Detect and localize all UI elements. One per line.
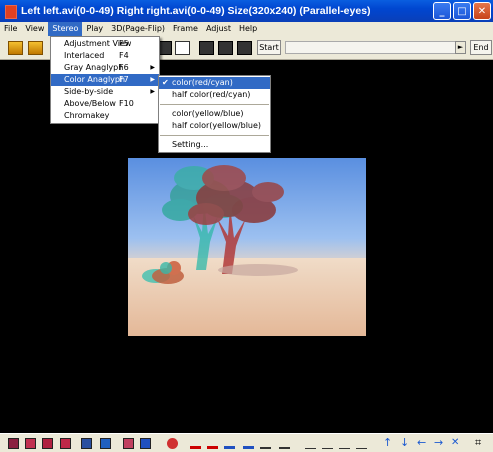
menu-half-color-red-cyan[interactable]: half color(red/cyan): [159, 89, 270, 101]
menu-color-yellow-blue[interactable]: color(yellow/blue): [159, 108, 270, 120]
layout-dropdown-icon[interactable]: [60, 438, 71, 449]
open-left-icon[interactable]: [8, 41, 23, 55]
layout-single-icon[interactable]: [8, 438, 19, 449]
anaglyph-image: [128, 158, 366, 336]
menu-interlaced[interactable]: Interlaced F4: [51, 50, 159, 62]
blue-eye-icon[interactable]: [140, 438, 151, 449]
menu-view[interactable]: View: [21, 22, 48, 36]
center-icon[interactable]: ✕: [451, 438, 462, 449]
align-bottom-icon[interactable]: [190, 438, 201, 449]
check-icon: ✔: [162, 78, 169, 87]
menu-help[interactable]: Help: [235, 22, 261, 36]
submenu-arrow-icon: ▶: [150, 88, 155, 95]
zoom-1-icon[interactable]: [305, 438, 316, 449]
anaglyph-scene: [128, 165, 366, 336]
menu-separator: [160, 104, 269, 105]
crop-icon[interactable]: ⌗: [475, 437, 486, 449]
arrow-up-icon[interactable]: ↑: [383, 437, 394, 449]
layout-stack-icon[interactable]: [25, 438, 36, 449]
print-icon[interactable]: [199, 41, 214, 55]
menu-color-red-cyan[interactable]: ✔ color(red/cyan): [159, 77, 270, 89]
menu-bar: File View Stereo Play 3D(Page-Flip) Fram…: [0, 22, 493, 36]
export-icon[interactable]: [237, 41, 252, 55]
submenu-arrow-icon: ▶: [150, 64, 155, 71]
swap-eyes-icon[interactable]: [81, 438, 92, 449]
color-mode-icon[interactable]: [100, 438, 111, 449]
minimize-button[interactable]: _: [433, 2, 451, 20]
bottom-toolbar: ↑ ↓ ← → ✕ ⌗: [0, 433, 493, 452]
start-button[interactable]: Start: [257, 40, 281, 55]
menu-file[interactable]: File: [0, 22, 21, 36]
arrow-right-icon[interactable]: →: [434, 437, 445, 449]
arrow-left-icon[interactable]: ←: [417, 437, 428, 449]
title-bar: Left left.avi(0-0-49) Right right.avi(0-…: [0, 0, 493, 22]
record-icon[interactable]: [167, 438, 178, 449]
arrow-down-icon[interactable]: ↓: [400, 437, 411, 449]
copy-icon[interactable]: [218, 41, 233, 55]
menu-adjust[interactable]: Adjust: [202, 22, 235, 36]
align-top-icon[interactable]: [224, 438, 235, 449]
close-button[interactable]: ✕: [473, 2, 491, 20]
align-left-icon[interactable]: [243, 438, 254, 449]
zoom-2-icon[interactable]: [322, 438, 333, 449]
document-icon[interactable]: [175, 41, 190, 55]
menu-gray-anaglyph[interactable]: Gray Anaglyph F6 ▶: [51, 62, 159, 74]
submenu-arrow-icon: ▶: [150, 76, 155, 83]
frame-slider[interactable]: [285, 41, 465, 54]
menu-setting[interactable]: Setting...: [159, 139, 270, 151]
menu-page-flip[interactable]: 3D(Page-Flip): [107, 22, 169, 36]
layout-grid-icon[interactable]: [42, 438, 53, 449]
menu-separator: [160, 135, 269, 136]
window-title: Left left.avi(0-0-49) Right right.avi(0-…: [21, 5, 371, 17]
open-right-icon[interactable]: [28, 41, 43, 55]
menu-color-anaglyph[interactable]: Color Anaglyph F7 ▶: [51, 74, 159, 86]
menu-stereo[interactable]: Stereo: [48, 22, 83, 36]
menu-play[interactable]: Play: [82, 22, 107, 36]
color-anaglyph-submenu: ✔ color(red/cyan) half color(red/cyan) co…: [158, 75, 271, 153]
zoom-3-icon[interactable]: [339, 438, 350, 449]
reset-align-icon[interactable]: [279, 438, 290, 449]
scroll-right-button[interactable]: ►: [455, 41, 466, 54]
menu-chromakey[interactable]: Chromakey: [51, 110, 159, 122]
zoom-4-icon[interactable]: [356, 438, 367, 449]
menu-adjustment-view[interactable]: Adjustment View F5: [51, 38, 159, 50]
menu-half-color-yellow-blue[interactable]: half color(yellow/blue): [159, 120, 270, 132]
menu-side-by-side[interactable]: Side-by-side ▶: [51, 86, 159, 98]
stereo-menu: Adjustment View F5 Interlaced F4 Gray Anag…: [50, 36, 160, 124]
maximize-button[interactable]: □: [453, 2, 471, 20]
end-button[interactable]: End: [470, 40, 492, 55]
menu-above-below[interactable]: Above/Below F10: [51, 98, 159, 110]
app-icon: [3, 4, 17, 19]
red-eye-icon[interactable]: [123, 438, 134, 449]
align-middle-icon[interactable]: [207, 438, 218, 449]
align-right-icon[interactable]: [260, 438, 271, 449]
menu-frame[interactable]: Frame: [169, 22, 202, 36]
